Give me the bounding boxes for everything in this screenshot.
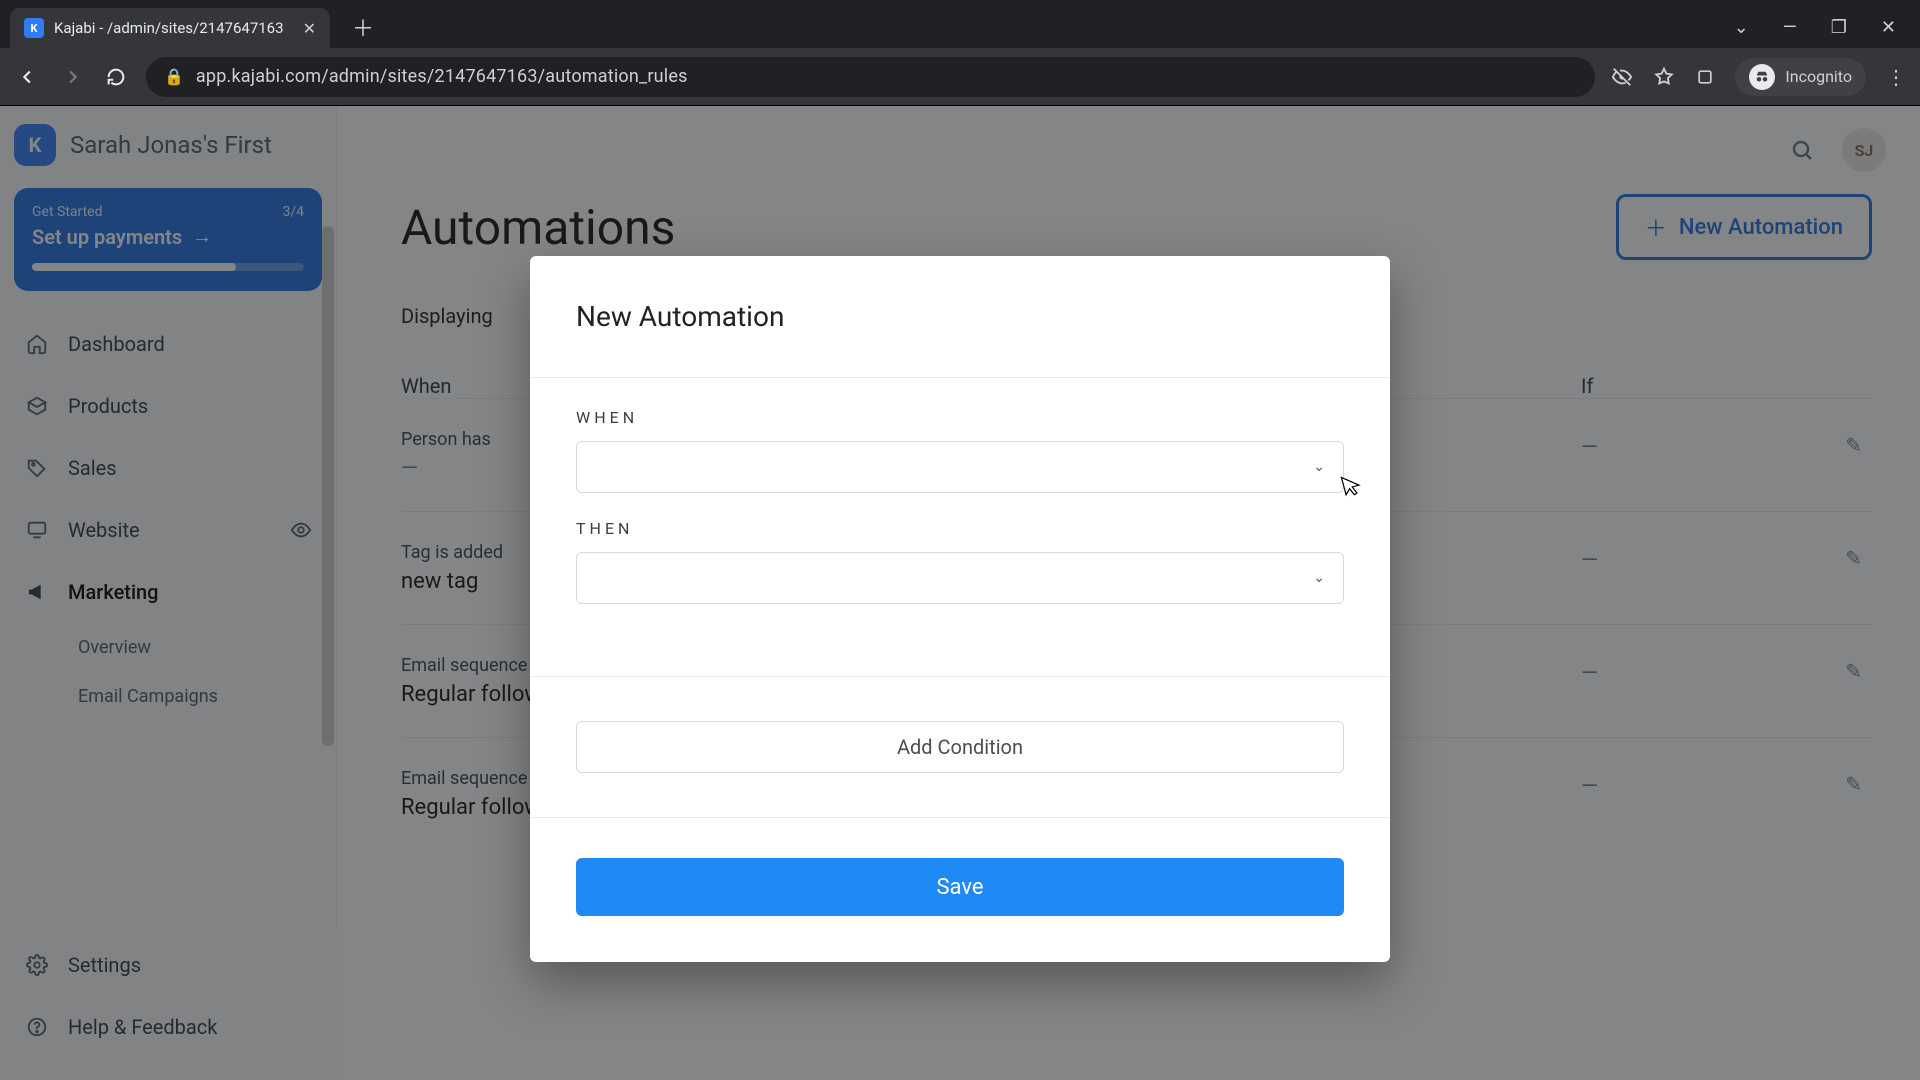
tab-bar: K Kajabi - /admin/sites/2147647163 ✕ ＋ ⌄… — [0, 0, 1920, 48]
condition-section: Add Condition — [530, 676, 1390, 817]
when-select[interactable]: ⌄ — [576, 441, 1344, 493]
kebab-menu-icon[interactable]: ⋮ — [1886, 65, 1906, 89]
window-controls: ⌄ ― ❐ ✕ — [1734, 17, 1920, 38]
when-label: WHEN — [576, 408, 1344, 427]
browser-chrome: K Kajabi - /admin/sites/2147647163 ✕ ＋ ⌄… — [0, 0, 1920, 106]
eye-off-icon[interactable] — [1611, 66, 1633, 88]
bookmark-star-icon[interactable] — [1653, 66, 1675, 88]
lock-icon: 🔒 — [164, 67, 184, 86]
save-section: Save — [530, 817, 1390, 962]
app-viewport: K Sarah Jonas's First Get Started 3/4 Se… — [0, 106, 1920, 1080]
then-select[interactable]: ⌄ — [576, 552, 1344, 604]
tab-dropdown-icon[interactable]: ⌄ — [1734, 17, 1749, 38]
chevron-down-icon: ⌄ — [1313, 459, 1325, 475]
url-field[interactable]: 🔒 app.kajabi.com/admin/sites/2147647163/… — [146, 57, 1595, 97]
minimize-icon[interactable]: ― — [1783, 17, 1797, 38]
url-text: app.kajabi.com/admin/sites/2147647163/au… — [196, 66, 688, 87]
maximize-icon[interactable]: ❐ — [1831, 17, 1847, 38]
incognito-badge[interactable]: Incognito — [1735, 58, 1866, 96]
reload-button[interactable] — [102, 63, 130, 91]
addr-bar-actions: Incognito ⋮ — [1611, 58, 1906, 96]
modal-header: New Automation — [530, 256, 1390, 377]
new-automation-modal: New Automation WHEN ⌄ THEN ⌄ Add Conditi… — [530, 256, 1390, 962]
add-condition-button[interactable]: Add Condition — [576, 721, 1344, 773]
back-button[interactable] — [14, 63, 42, 91]
modal-body: WHEN ⌄ THEN ⌄ — [530, 377, 1390, 676]
modal-title: New Automation — [576, 300, 1344, 333]
close-tab-icon[interactable]: ✕ — [303, 19, 316, 38]
incognito-icon — [1749, 64, 1775, 90]
incognito-label: Incognito — [1785, 67, 1852, 86]
forward-button[interactable] — [58, 63, 86, 91]
extensions-icon[interactable] — [1695, 67, 1715, 87]
browser-tab[interactable]: K Kajabi - /admin/sites/2147647163 ✕ — [10, 8, 330, 48]
chevron-down-icon: ⌄ — [1313, 570, 1325, 586]
save-button[interactable]: Save — [576, 858, 1344, 916]
address-bar: 🔒 app.kajabi.com/admin/sites/2147647163/… — [0, 48, 1920, 106]
tab-favicon: K — [24, 18, 44, 38]
close-window-icon[interactable]: ✕ — [1881, 17, 1896, 38]
add-condition-label: Add Condition — [897, 735, 1023, 759]
then-label: THEN — [576, 519, 1344, 538]
tab-title: Kajabi - /admin/sites/2147647163 — [54, 19, 284, 37]
save-label: Save — [936, 875, 983, 900]
new-tab-button[interactable]: ＋ — [346, 10, 380, 44]
